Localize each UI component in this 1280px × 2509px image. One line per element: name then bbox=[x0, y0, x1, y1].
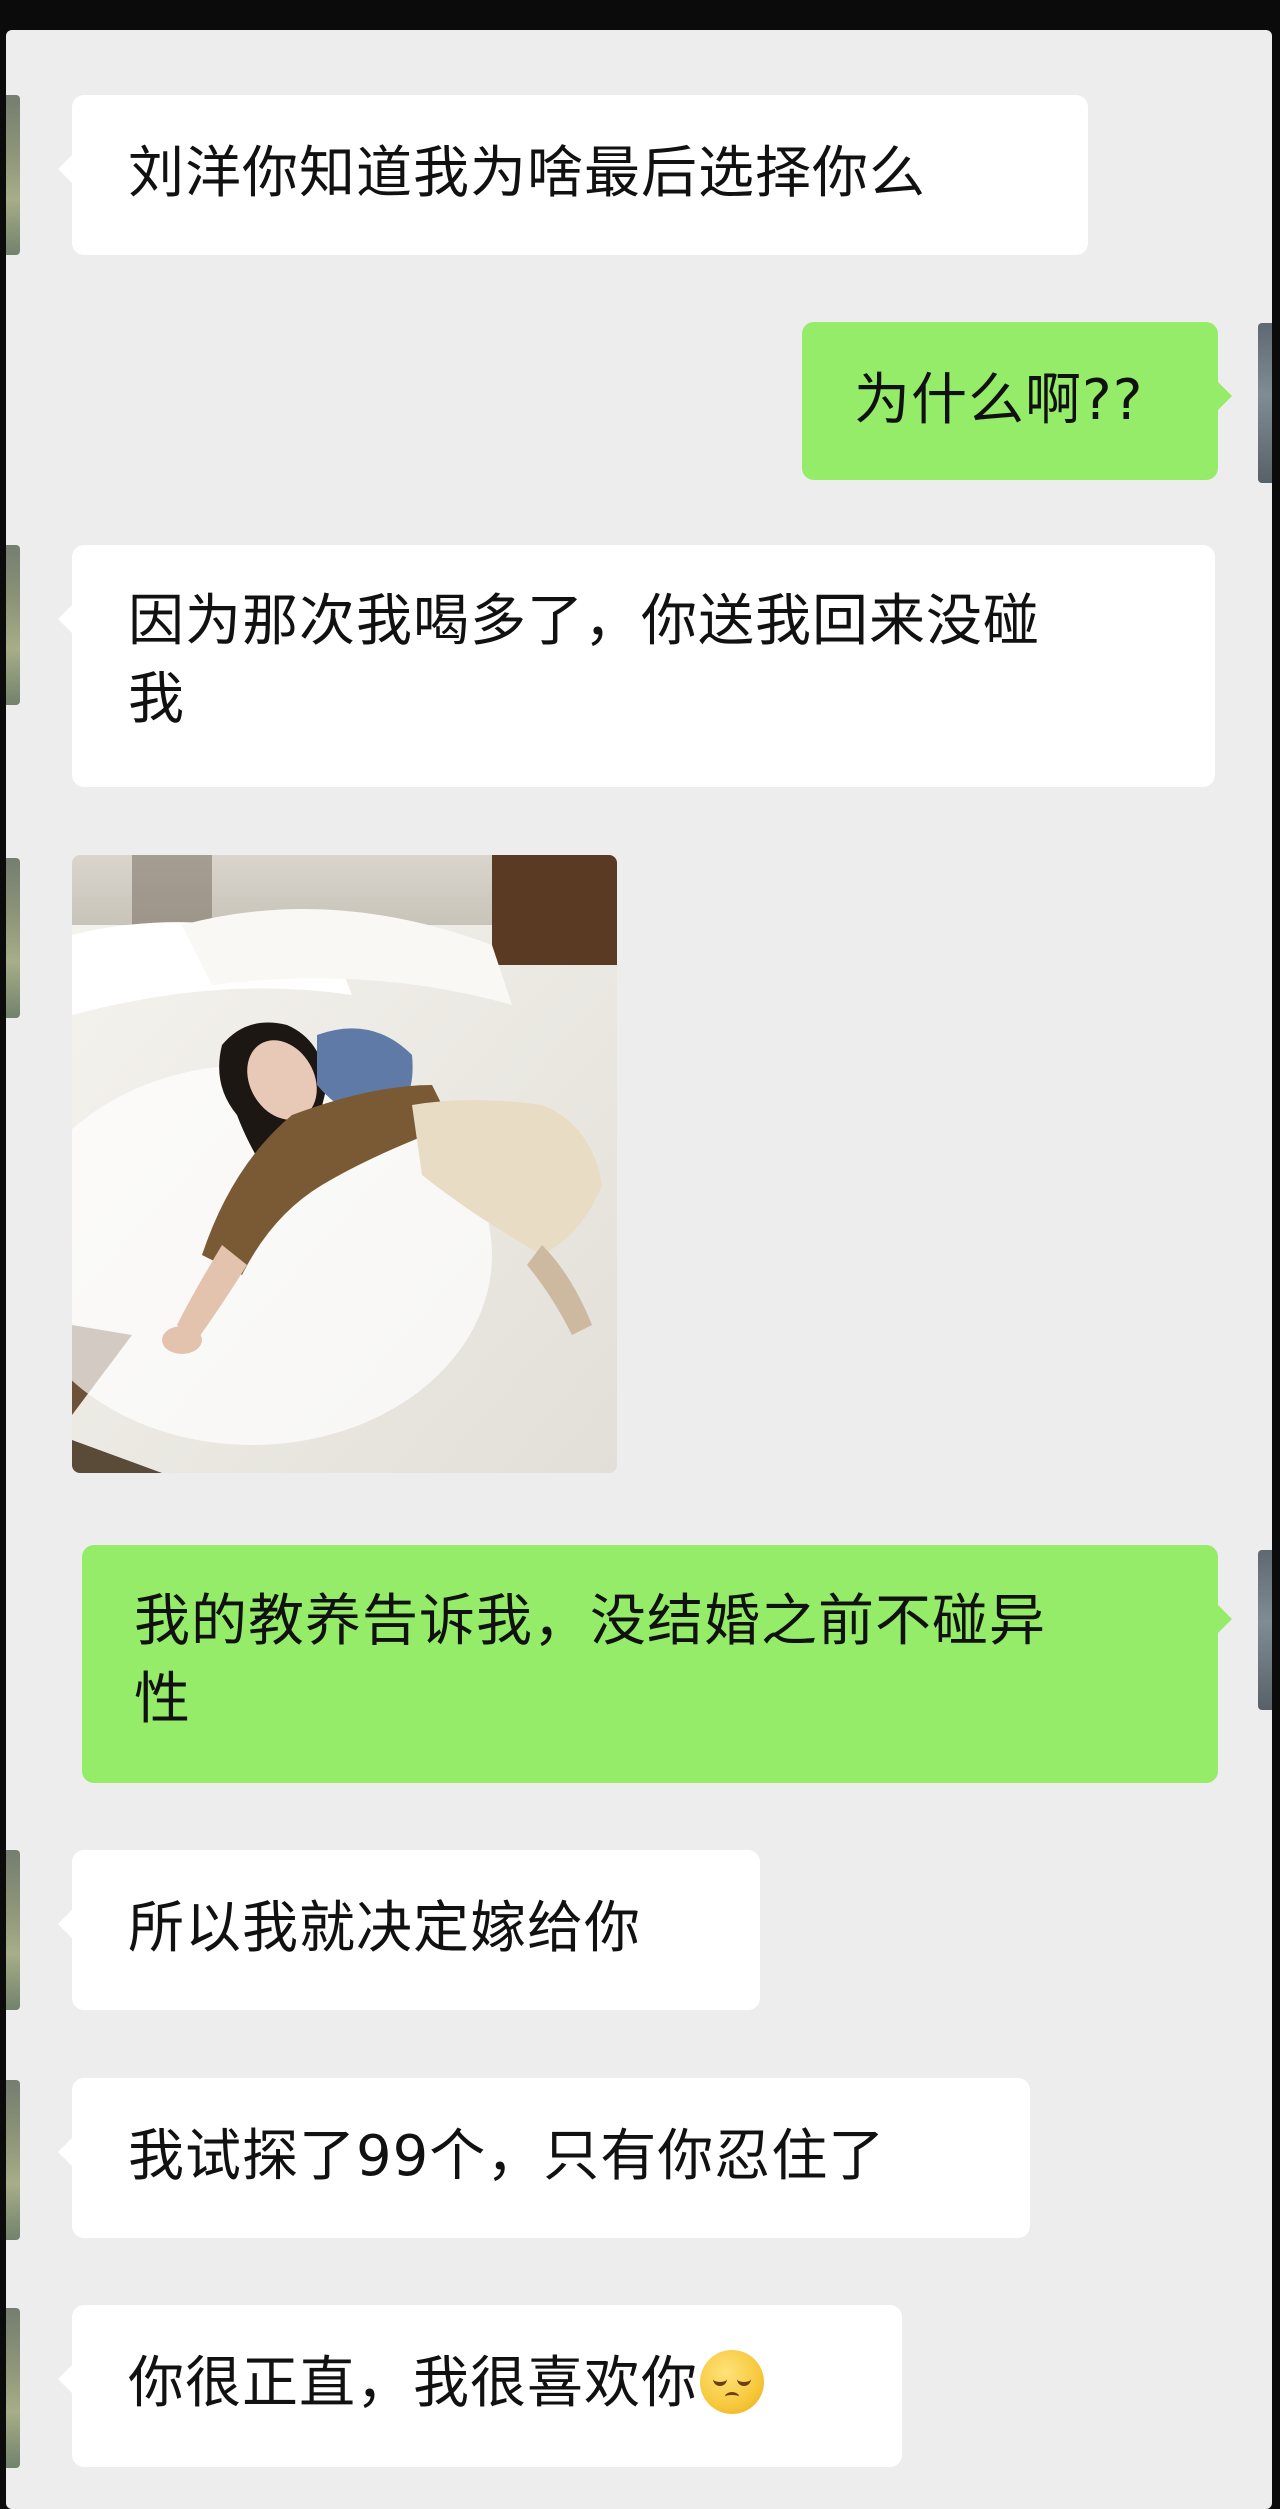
photo-woman-lying-on-bed bbox=[72, 855, 617, 1473]
message-text: 我试探了99个，只有你忍住了 bbox=[128, 2124, 886, 2189]
relieved-face-emoji-icon bbox=[700, 2350, 764, 2414]
message-text: 刘洋你知道我为啥最后选择你么 bbox=[128, 141, 926, 206]
contact-avatar[interactable] bbox=[6, 2080, 20, 2240]
message-text-line-2: 我 bbox=[128, 667, 185, 732]
message-bubble-incoming[interactable]: 所以我就决定嫁给你 bbox=[58, 1850, 760, 2010]
message-bubble-outgoing[interactable]: 为什么啊?? bbox=[802, 322, 1232, 480]
contact-avatar[interactable] bbox=[6, 1850, 20, 2010]
message-text: 为什么啊?? bbox=[854, 368, 1144, 433]
message-bubble-incoming[interactable]: 我试探了99个，只有你忍住了 bbox=[58, 2078, 1030, 2238]
message-text-line-2: 性 bbox=[134, 1667, 191, 1732]
message-text: 所以我就决定嫁给你 bbox=[128, 1896, 641, 1961]
message-bubble-outgoing[interactable]: 我的教养告诉我，没结婚之前不碰异 性 bbox=[82, 1545, 1232, 1783]
message-text-line-1: 因为那次我喝多了，你送我回来没碰 bbox=[128, 589, 1040, 654]
message-text: 你很正直，我很喜欢你 bbox=[128, 2351, 698, 2416]
chat-screen[interactable]: 刘洋你知道我为啥最后选择你么 为什么啊?? 因为那次我喝多了，你送我回来没碰 我 bbox=[6, 30, 1272, 2509]
message-text-line-1: 我的教养告诉我，没结婚之前不碰异 bbox=[134, 1589, 1046, 1654]
message-photo[interactable] bbox=[72, 855, 617, 1473]
self-avatar[interactable] bbox=[1258, 1550, 1272, 1710]
message-bubble-incoming[interactable]: 刘洋你知道我为啥最后选择你么 bbox=[58, 95, 1088, 255]
message-bubble-incoming[interactable]: 因为那次我喝多了，你送我回来没碰 我 bbox=[58, 545, 1215, 787]
self-avatar[interactable] bbox=[1258, 323, 1272, 483]
contact-avatar[interactable] bbox=[6, 95, 20, 255]
message-bubble-incoming[interactable]: 你很正直，我很喜欢你 bbox=[58, 2305, 902, 2467]
contact-avatar[interactable] bbox=[6, 858, 20, 1018]
contact-avatar[interactable] bbox=[6, 545, 20, 705]
contact-avatar[interactable] bbox=[6, 2308, 20, 2468]
